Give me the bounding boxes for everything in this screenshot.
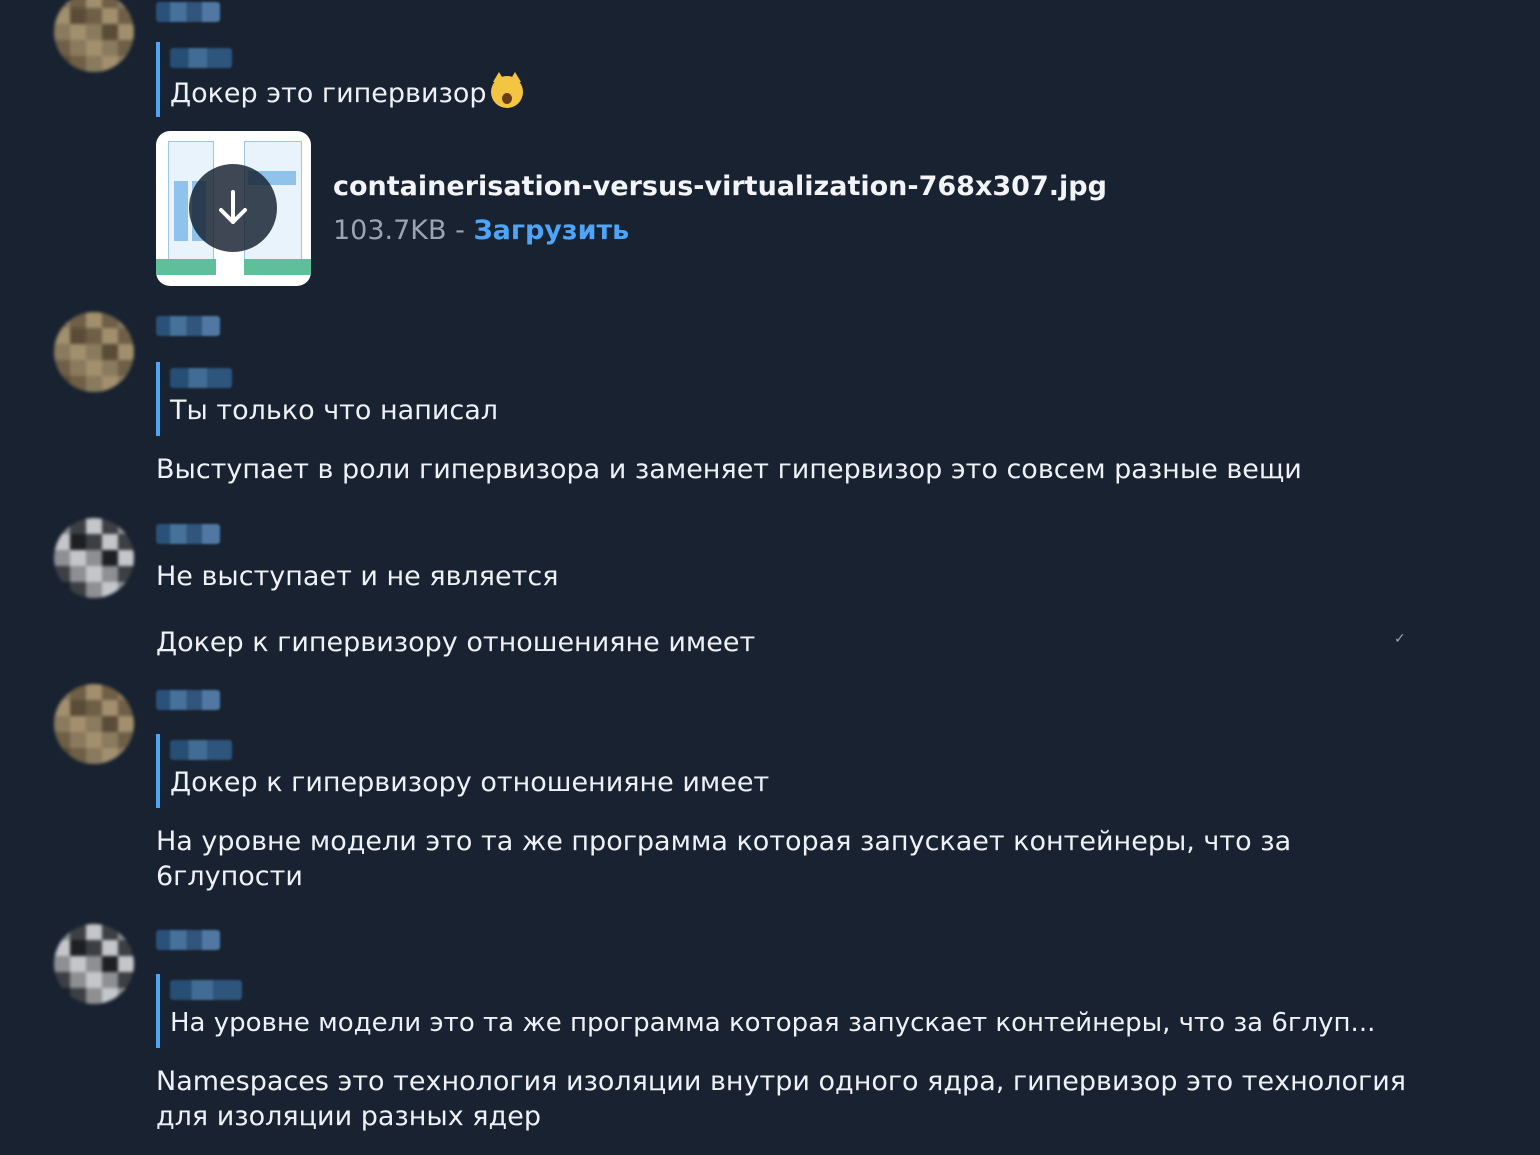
message-text: На уровне модели это та же программа кот… [156,826,1292,892]
sender-name-blurred[interactable] [156,524,220,544]
scream-cat-emoji-icon [490,72,523,108]
message-text: Выступает в роли гипервизора и заменяет … [156,454,1302,485]
sender-name-blurred[interactable] [156,2,220,22]
reply-quote[interactable]: Докер это гипервизор [156,42,523,117]
file-meta: 103.7KB - Загрузить [333,215,629,246]
sender-name-blurred[interactable] [156,930,220,950]
message-text: Не выступает и не является [156,561,559,592]
quoted-sender-blurred [170,980,242,1000]
reply-quote[interactable]: Ты только что написал [156,362,498,436]
file-meta-separator: - [446,215,474,246]
download-arrow-icon [219,190,247,224]
sender-name-blurred[interactable] [156,316,220,336]
avatar[interactable] [54,924,134,1004]
reply-quote[interactable]: На уровне модели это та же программа кот… [156,974,1375,1048]
quoted-sender-blurred [170,48,232,68]
avatar[interactable] [54,518,134,598]
quote-text: Докер к гипервизору отношенияне имеет [170,767,770,798]
file-thumbnail[interactable] [156,131,311,286]
sender-name-blurred[interactable] [156,690,220,710]
quote-text: На уровне модели это та же программа кот… [170,1008,1376,1038]
reply-quote[interactable]: Докер к гипервизору отношенияне имеет [156,734,769,808]
file-size: 103.7KB [333,215,447,246]
avatar[interactable] [54,0,134,72]
message-text: Namespaces это технология изоляции внутр… [156,1066,1406,1132]
quote-text: Ты только что написал [170,395,499,426]
read-status-icon: ✓ [1394,631,1406,647]
avatar[interactable] [54,312,134,392]
quoted-sender-blurred [170,740,232,760]
download-link[interactable]: Загрузить [473,215,629,246]
file-name[interactable]: containerisation-versus-virtualization-7… [333,171,1107,202]
download-button[interactable] [189,164,277,252]
avatar[interactable] [54,684,134,764]
quote-text: Докер это гипервизор [170,78,487,109]
quoted-sender-blurred [170,368,232,388]
message-text-2: Докер к гипервизору отношенияне имеет [156,627,756,658]
